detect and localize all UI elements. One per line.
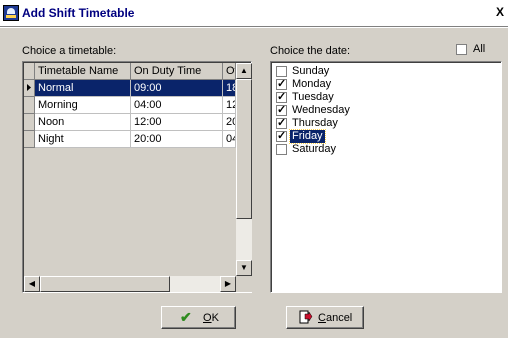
checked-checkbox-icon[interactable]: ✓ bbox=[276, 92, 287, 103]
horizontal-scroll-thumb[interactable] bbox=[40, 276, 170, 292]
close-icon[interactable]: X bbox=[496, 5, 504, 19]
checked-checkbox-icon[interactable]: ✓ bbox=[276, 131, 287, 142]
cell-on-duty: 20:00 bbox=[131, 131, 223, 148]
column-header-name[interactable]: Timetable Name bbox=[35, 63, 131, 80]
timetable-grid[interactable]: Timetable Name On Duty Time Of Normal 09… bbox=[22, 61, 252, 293]
cell-on-duty: 04:00 bbox=[131, 97, 223, 114]
window-title: Add Shift Timetable bbox=[22, 6, 135, 20]
cell-off-duty: 18 bbox=[223, 80, 236, 97]
vertical-scroll-thumb[interactable] bbox=[236, 79, 252, 219]
cell-off-duty: 12 bbox=[223, 97, 236, 114]
grid-corner-header bbox=[24, 63, 35, 80]
column-header-on-duty[interactable]: On Duty Time bbox=[131, 63, 223, 80]
row-indicator bbox=[24, 114, 35, 131]
date-checklist[interactable]: Sunday ✓ Monday ✓ Tuesday ✓ Wednesday ✓ Thursday… bbox=[270, 61, 502, 293]
row-pointer-icon bbox=[27, 84, 31, 91]
checked-checkbox-icon[interactable]: ✓ bbox=[276, 79, 287, 90]
cell-off-duty: 20 bbox=[223, 114, 236, 131]
cell-off-duty: 04 bbox=[223, 131, 236, 148]
check-icon: ✔ bbox=[180, 309, 192, 325]
day-label: Monday bbox=[292, 78, 332, 90]
all-checkbox-box[interactable] bbox=[456, 44, 467, 55]
horizontal-scrollbar[interactable]: ◀ ▶ bbox=[24, 276, 236, 292]
checkbox-icon[interactable] bbox=[276, 66, 287, 77]
checked-checkbox-icon[interactable]: ✓ bbox=[276, 105, 287, 116]
day-label: Friday bbox=[289, 129, 326, 144]
cell-name: Noon bbox=[35, 114, 131, 131]
cancel-button[interactable]: Cancel bbox=[286, 306, 364, 329]
exit-door-icon bbox=[299, 310, 313, 327]
cell-name: Night bbox=[35, 131, 131, 148]
app-icon bbox=[3, 5, 19, 21]
day-label: Thursday bbox=[292, 117, 338, 129]
day-label: Wednesday bbox=[292, 104, 350, 116]
cell-on-duty: 09:00 bbox=[131, 80, 223, 97]
date-label: Choice the date: bbox=[270, 45, 351, 57]
row-indicator bbox=[24, 131, 35, 148]
cancel-label: Cancel bbox=[318, 312, 353, 324]
cell-on-duty: 12:00 bbox=[131, 114, 223, 131]
vertical-scrollbar[interactable]: ▲ ▼ bbox=[236, 63, 252, 276]
cell-name: Morning bbox=[35, 97, 131, 114]
scroll-up-icon[interactable]: ▲ bbox=[236, 63, 252, 79]
checked-checkbox-icon[interactable]: ✓ bbox=[276, 118, 287, 129]
ok-label: OK bbox=[203, 312, 219, 324]
title-separator bbox=[0, 26, 508, 28]
timetable-label: Choice a timetable: bbox=[22, 45, 117, 57]
ok-button[interactable]: ✔ OK bbox=[161, 306, 236, 329]
row-indicator bbox=[24, 80, 35, 97]
column-header-off-duty[interactable]: Of bbox=[223, 63, 236, 80]
row-indicator bbox=[24, 97, 35, 114]
title-bar: Add Shift Timetable X bbox=[0, 0, 508, 26]
all-label: All bbox=[473, 43, 486, 55]
day-label: Saturday bbox=[292, 143, 337, 155]
day-label: Sunday bbox=[292, 65, 330, 77]
scroll-right-icon[interactable]: ▶ bbox=[220, 276, 236, 292]
scroll-left-icon[interactable]: ◀ bbox=[24, 276, 40, 292]
checkbox-icon[interactable] bbox=[276, 144, 287, 155]
day-label: Tuesday bbox=[292, 91, 334, 103]
cell-name: Normal bbox=[35, 80, 131, 97]
scroll-corner bbox=[236, 276, 252, 292]
scroll-down-icon[interactable]: ▼ bbox=[236, 260, 252, 276]
